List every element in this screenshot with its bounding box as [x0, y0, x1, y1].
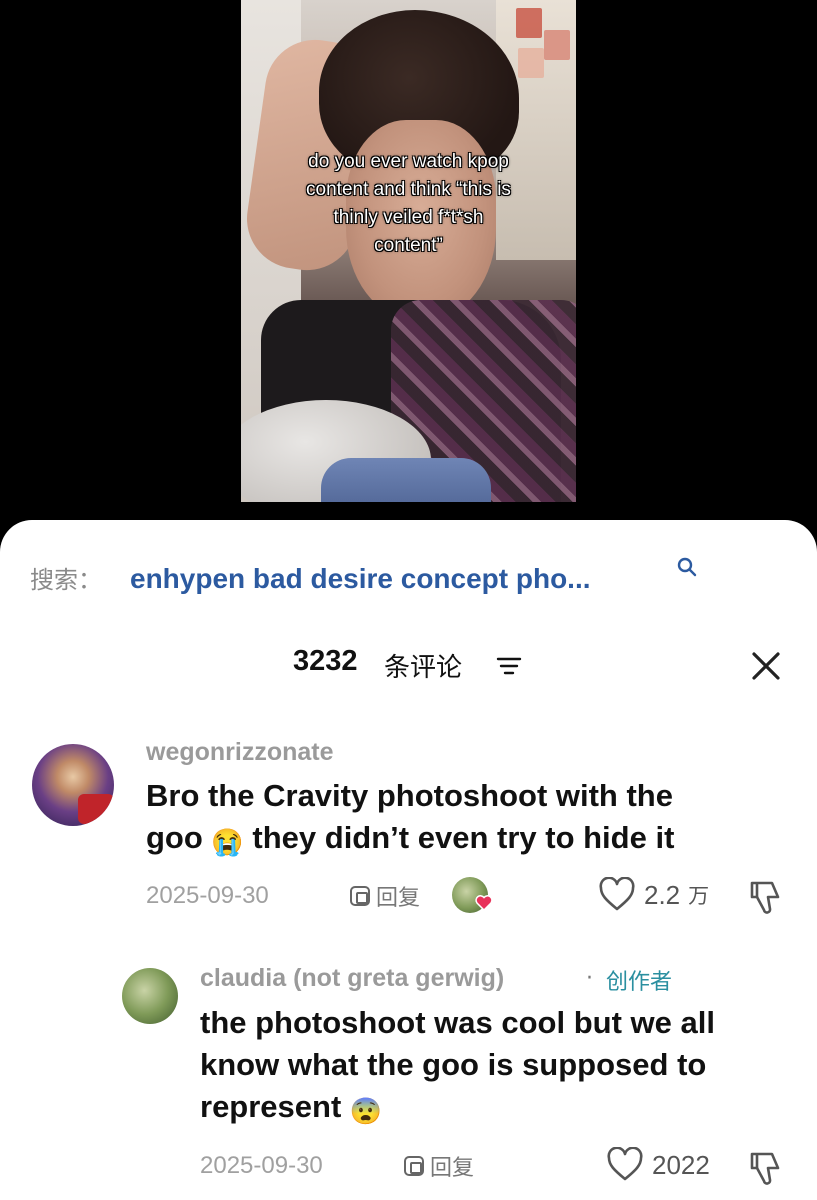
dislike-icon[interactable]	[746, 1148, 784, 1186]
caption-line: content and think “this is	[306, 179, 511, 200]
comment-text-line: represent 😨	[200, 1086, 715, 1132]
reply-label: 回复	[376, 886, 421, 911]
like-button[interactable]: 2022	[606, 1147, 710, 1183]
crying-emoji-icon: 😭	[211, 827, 244, 857]
comment-text-line: goo 😭 they didn’t even try to hide it	[146, 817, 674, 863]
video-player[interactable]: do you ever watch kpop content and think…	[241, 0, 576, 502]
video-caption: do you ever watch kpop content and think…	[241, 148, 576, 260]
avatar[interactable]	[32, 744, 114, 826]
fearful-emoji-icon: 😨	[349, 1096, 383, 1126]
comment-date: 2025-09-30	[200, 1152, 323, 1179]
comment-text-line: Bro the Cravity photoshoot with the	[146, 778, 673, 813]
like-count: 2.2	[644, 879, 681, 910]
heart-filled-icon	[475, 895, 493, 912]
comment-text-fragment: represent	[200, 1089, 350, 1124]
caption-line: thinly veiled f*t*sh	[333, 207, 484, 228]
like-button[interactable]: 2.2 万	[598, 877, 709, 913]
comment-text-fragment: goo	[146, 820, 212, 855]
comment-username[interactable]: claudia (not greta gerwig)	[200, 964, 504, 993]
reply-icon	[404, 1156, 424, 1176]
reply-icon	[350, 886, 370, 906]
reply-label: 回复	[430, 1156, 475, 1181]
search-query-link[interactable]: enhypen bad desire concept pho...	[130, 563, 591, 595]
caption-line: content”	[374, 235, 443, 256]
like-count: 2022	[652, 1149, 710, 1180]
comment-count-label: 条评论	[384, 653, 463, 683]
comments-sheet: 搜索： enhypen bad desire concept pho... 32…	[0, 520, 817, 1200]
close-icon[interactable]	[748, 648, 784, 684]
caption-line: do you ever watch kpop	[308, 151, 509, 172]
comment-text: the photoshoot was cool but we all know …	[200, 1002, 715, 1132]
video-fabric	[321, 458, 491, 502]
reply-button[interactable]: 回复	[350, 880, 420, 912]
comment-text-line: the photoshoot was cool but we all	[200, 1005, 715, 1040]
dislike-icon[interactable]	[746, 877, 784, 915]
like-count-unit: 万	[688, 884, 710, 908]
creator-separator: ·	[586, 966, 593, 991]
search-icon[interactable]	[676, 556, 698, 578]
sort-icon[interactable]	[496, 655, 522, 677]
comment-count: 3232	[293, 645, 358, 677]
wall-poster	[544, 30, 570, 60]
comment-text-line: know what the goo is supposed to	[200, 1047, 707, 1082]
related-search[interactable]: 搜索： enhypen bad desire concept pho...	[30, 560, 591, 595]
comment-date: 2025-09-30	[146, 882, 269, 909]
heart-icon	[599, 877, 635, 911]
comments-header: 3232 条评论	[0, 645, 817, 685]
reply-button[interactable]: 回复	[404, 1150, 474, 1182]
comment-username[interactable]: wegonrizzonate	[146, 738, 334, 767]
comment-text-fragment: they didn’t even try to hide it	[243, 820, 675, 855]
wall-poster	[518, 48, 544, 78]
comment-text: Bro the Cravity photoshoot with the goo …	[146, 775, 674, 863]
heart-icon	[607, 1147, 643, 1181]
search-prefix: 搜索：	[30, 566, 102, 594]
wall-poster	[516, 8, 542, 38]
avatar[interactable]	[122, 968, 178, 1024]
creator-badge: 创作者	[606, 970, 673, 995]
